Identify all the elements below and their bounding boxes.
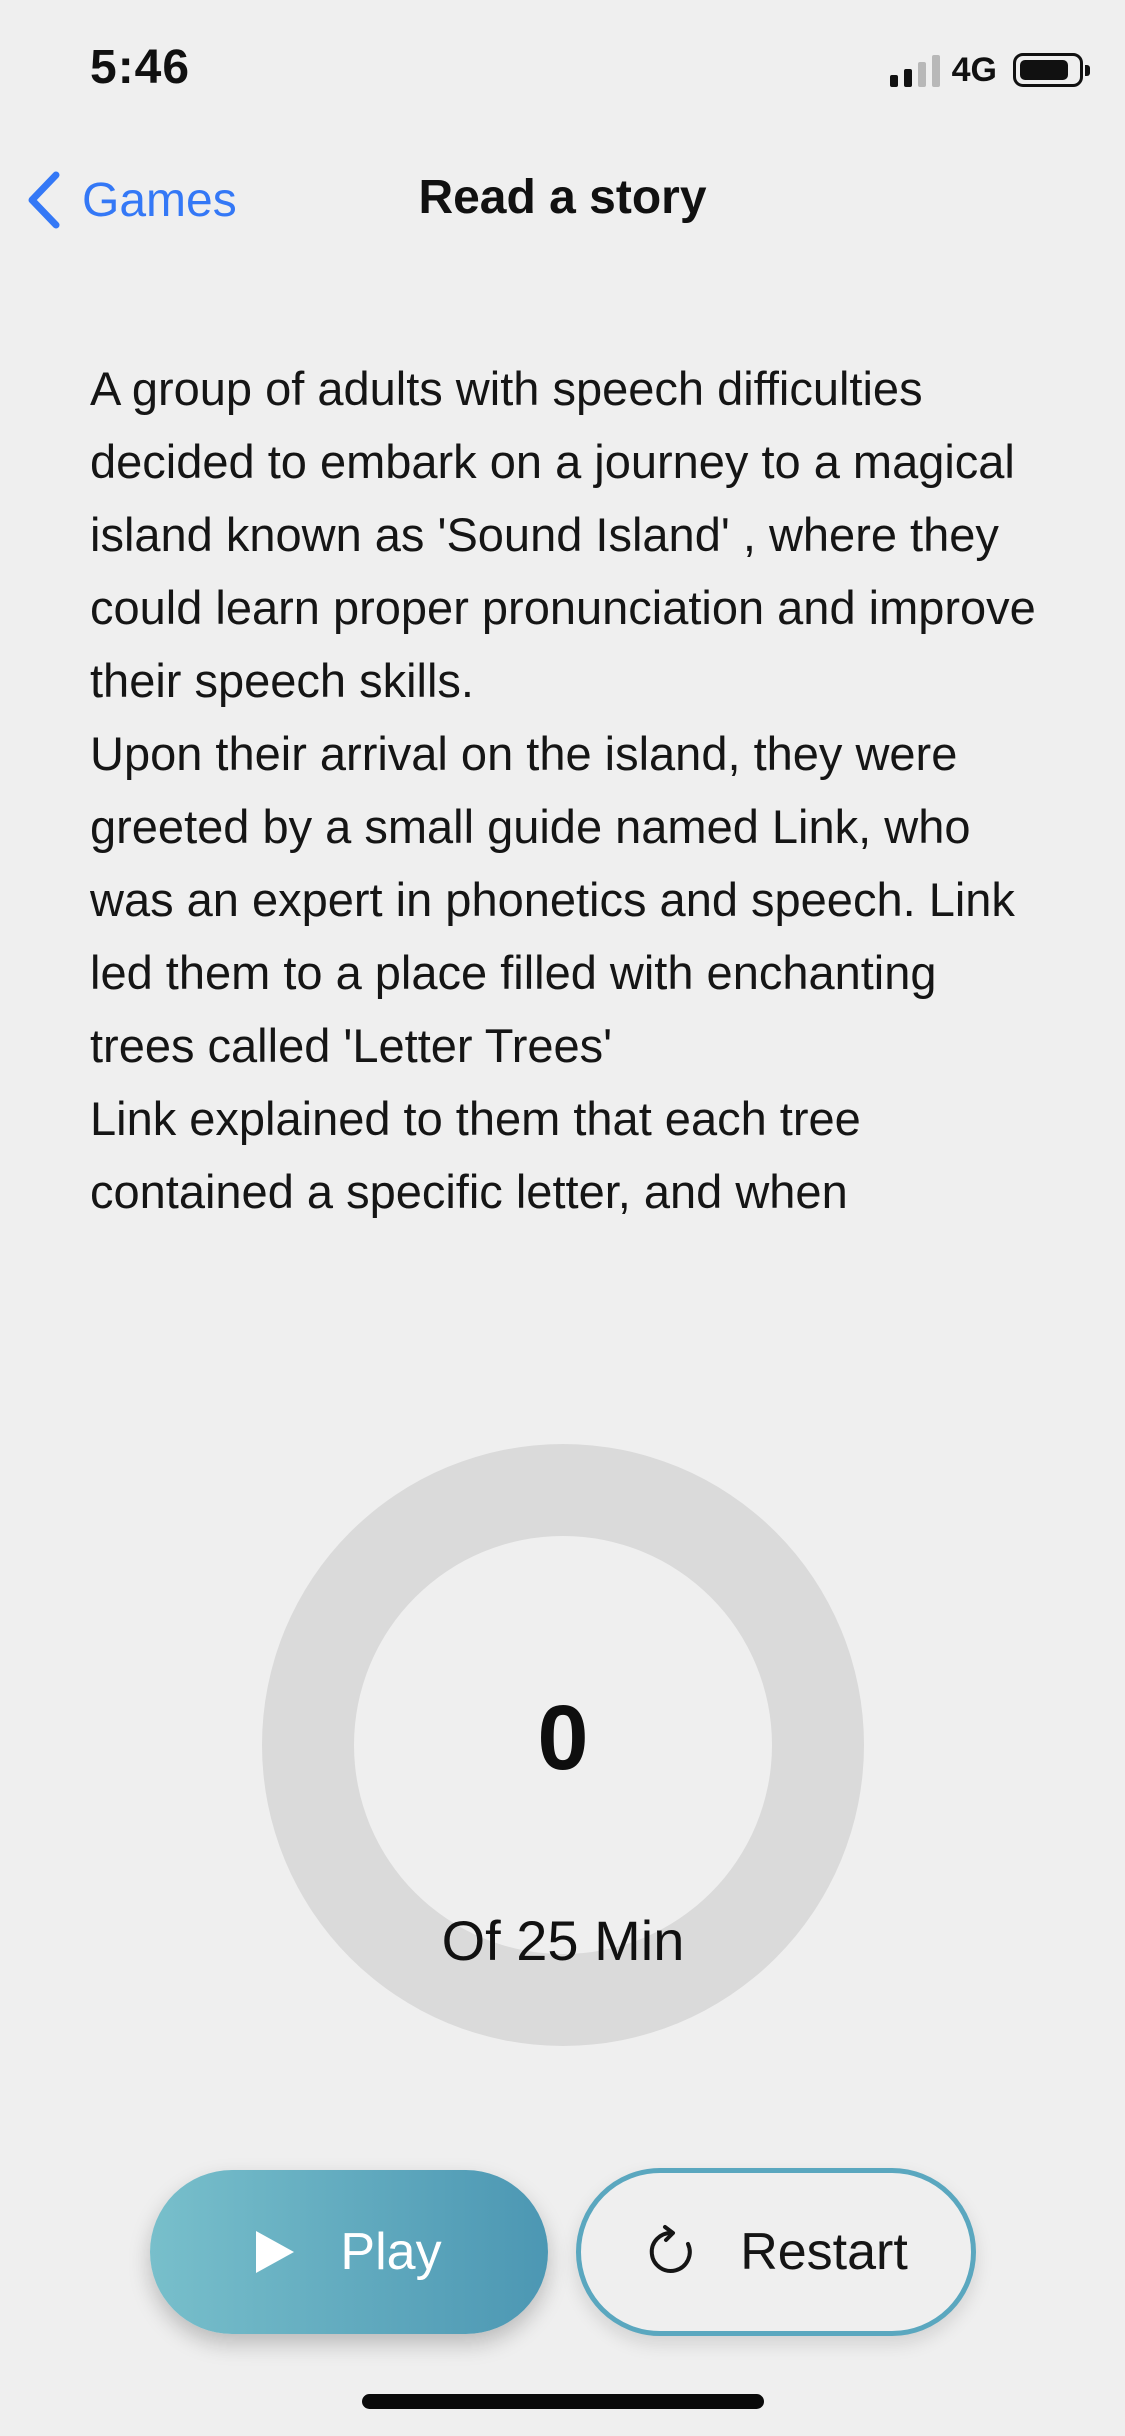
story-paragraph: Link explained to them that each tree co… [90,1092,861,1218]
play-icon [256,2231,295,2273]
status-time: 5:46 [90,41,191,94]
timer-center: 0 Of 25 Min [354,1536,772,1972]
home-indicator[interactable] [362,2394,764,2409]
restart-icon [649,2225,692,2273]
play-label: Play [340,2223,442,2281]
timer-value: 0 [537,1687,589,1789]
story-paragraph: Upon their arrival on the island, they w… [90,727,1015,1072]
story-paragraph: A group of adults with speech difficulti… [90,362,1036,707]
network-label: 4G [951,50,997,89]
play-button[interactable]: Play [150,2170,548,2334]
battery-icon [1013,53,1090,87]
story-text: A group of adults with speech difficulti… [90,352,1050,1228]
status-indicators: 4G [889,50,1090,90]
page-title: Read a story [418,171,707,224]
timer-caption: Of 25 Min [441,1909,685,1972]
navigation-bar: Games Read a story [0,150,1125,250]
battery-level [1020,60,1068,80]
restart-label: Restart [740,2223,908,2281]
cellular-signal-icon [889,53,940,87]
screen: 5:46 4G Games Read a story A group of ad… [0,0,1125,2436]
restart-button[interactable]: Restart [576,2168,976,2336]
status-bar: 5:46 4G [0,0,1125,140]
timer-ring: 0 Of 25 Min [262,1444,864,2046]
